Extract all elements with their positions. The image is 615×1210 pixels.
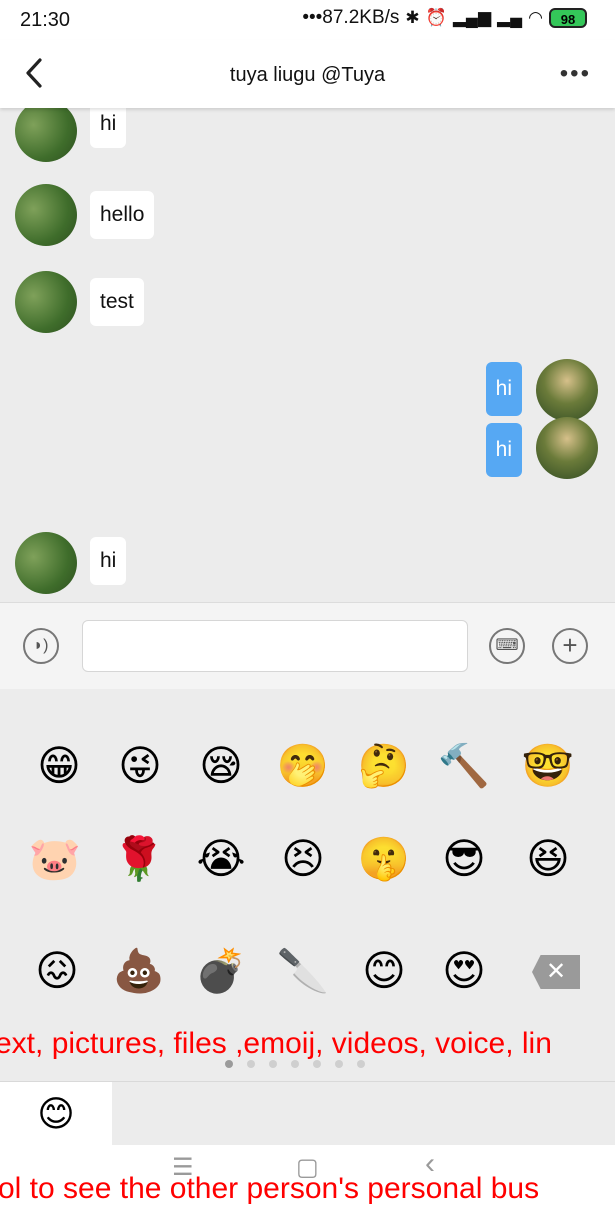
contact-avatar[interactable] (15, 271, 77, 333)
emoji-heart-eyes-icon[interactable]: 😍 (437, 944, 491, 998)
emoji-cool-icon[interactable]: 😎 (437, 832, 491, 886)
contact-avatar[interactable] (15, 532, 77, 594)
message-bubble[interactable]: hi (485, 362, 522, 416)
emoji-pig-icon[interactable]: 🐷 (28, 832, 82, 886)
message-row: hi (0, 417, 615, 481)
emoji-grin-icon[interactable]: 😁 (32, 739, 86, 793)
battery-icon: 98 (549, 8, 587, 28)
emoji-tab-default[interactable]: 😊 (0, 1082, 112, 1146)
overlay-caption-bottom: ol to see the other person's personal bu… (0, 1168, 615, 1210)
contact-avatar[interactable] (15, 184, 77, 246)
emoji-laugh-icon[interactable]: 😆 (521, 832, 575, 886)
signal-weak-icon: ▂▄ (497, 8, 523, 27)
page-dot (247, 1060, 255, 1068)
message-bubble[interactable]: test (90, 278, 144, 326)
emoji-smile-icon[interactable]: 😊 (357, 944, 411, 998)
input-bar: ◗) ⌨ + (0, 602, 615, 690)
emoji-page-indicator (225, 1060, 365, 1068)
add-attachment-icon[interactable]: + (552, 628, 588, 664)
more-options-icon[interactable]: ••• (560, 60, 591, 88)
emoji-sleepy-icon[interactable]: 😪 (194, 739, 248, 793)
my-avatar[interactable] (536, 359, 598, 421)
emoji-giggle-icon[interactable]: 🤭 (276, 739, 330, 793)
bluetooth-icon: ✱ (405, 8, 420, 27)
voice-input-icon[interactable]: ◗) (23, 628, 59, 664)
emoji-shush-icon[interactable]: 🤫 (357, 832, 411, 886)
emoji-hammer-icon[interactable]: 🔨 (437, 739, 491, 793)
keyboard-icon[interactable]: ⌨ (489, 628, 525, 664)
page-dot (357, 1060, 365, 1068)
signal-icon: ▂▄▆ (452, 8, 492, 27)
status-bar: 21:30 •••87.2KB/s ✱ ⏰ ▂▄▆ ▂▄ ◠ 98 (0, 0, 615, 40)
emoji-persevere-icon[interactable]: 😣 (276, 832, 330, 886)
message-bubble[interactable]: hi (90, 537, 127, 585)
delete-backspace-icon[interactable]: ✕ (532, 955, 580, 989)
alarm-icon: ⏰ (425, 8, 447, 27)
contact-avatar[interactable] (15, 108, 77, 162)
message-bubble[interactable]: hi (90, 108, 127, 148)
message-row: hi (0, 108, 615, 164)
page-dot (269, 1060, 277, 1068)
emoji-knife-icon[interactable]: 🔪 (276, 944, 330, 998)
chat-title: tuya liugu @Tuya (229, 64, 386, 86)
message-list[interactable]: hi hello test hi hi hi (0, 108, 615, 602)
net-speed: •••87.2KB/s (302, 7, 400, 28)
chat-header: tuya liugu @Tuya ••• (0, 40, 615, 108)
my-avatar[interactable] (536, 417, 598, 479)
message-row: hi (0, 359, 615, 423)
page-dot (335, 1060, 343, 1068)
emoji-tab-bar: 😊 (0, 1081, 615, 1146)
message-row: test (0, 271, 615, 335)
emoji-crying-icon[interactable]: 😭 (194, 832, 248, 886)
message-bubble[interactable]: hi (485, 423, 522, 477)
message-bubble[interactable]: hello (90, 191, 155, 239)
emoji-smart-icon[interactable]: 🤓 (521, 739, 575, 793)
page-dot (225, 1060, 233, 1068)
page-dot (313, 1060, 321, 1068)
emoji-bomb-icon[interactable]: 💣 (194, 944, 248, 998)
emoji-poop-icon[interactable]: 💩 (112, 944, 166, 998)
emoji-shy-icon[interactable]: 😖 (30, 944, 84, 998)
status-time: 21:30 (20, 9, 71, 31)
status-right: •••87.2KB/s ✱ ⏰ ▂▄▆ ▂▄ ◠ 98 (302, 7, 587, 29)
message-row: hi (0, 532, 615, 596)
page-dot (291, 1060, 299, 1068)
emoji-thinking-icon[interactable]: 🤔 (357, 739, 411, 793)
wifi-icon: ◠ (528, 8, 543, 27)
overlay-caption-bottom-text: ol to see the other person's personal bu… (0, 1172, 540, 1205)
emoji-rose-icon[interactable]: 🌹 (112, 832, 166, 886)
emoji-wink-tongue-icon[interactable]: 😜 (113, 739, 167, 793)
message-row: hello (0, 184, 615, 248)
message-input[interactable] (82, 620, 468, 672)
